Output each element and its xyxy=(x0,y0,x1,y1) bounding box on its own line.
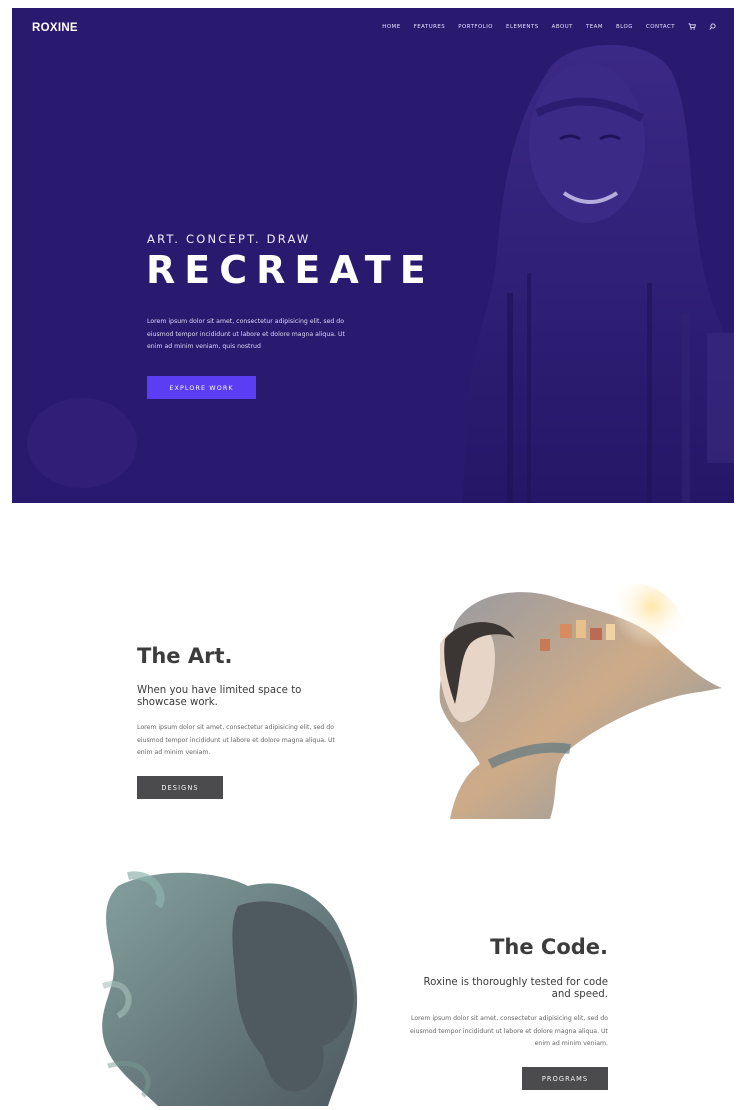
top-navigation: ROXINE HOME FEATURES PORTFOLIO ELEMENTS … xyxy=(12,8,734,48)
art-subtitle: When you have limited space to showcase … xyxy=(137,685,302,708)
hero-section: ROXINE HOME FEATURES PORTFOLIO ELEMENTS … xyxy=(12,8,734,503)
code-description: Lorem ipsum dolor sit amet, consectetur … xyxy=(410,1015,608,1047)
nav-item-about[interactable]: ABOUT xyxy=(552,24,573,30)
site-logo[interactable]: ROXINE xyxy=(32,22,78,34)
art-profile-image xyxy=(400,584,725,824)
nav-item-blog[interactable]: BLOG xyxy=(616,24,633,30)
nav-item-features[interactable]: FEATURES xyxy=(414,24,446,30)
nav-item-portfolio[interactable]: PORTFOLIO xyxy=(458,24,493,30)
designs-button[interactable]: DESIGNS xyxy=(137,776,223,799)
nav-item-team[interactable]: TEAM xyxy=(586,24,603,30)
code-subtitle: Roxine is thoroughly tested for code and… xyxy=(423,977,608,1000)
nav-menu: HOME FEATURES PORTFOLIO ELEMENTS ABOUT T… xyxy=(369,23,716,30)
hero-portrait-image xyxy=(462,44,734,503)
programs-button[interactable]: PROGRAMS xyxy=(522,1067,608,1090)
art-description: Lorem ipsum dolor sit amet, consectetur … xyxy=(137,724,335,756)
hero-description: Lorem ipsum dolor sit amet, consectetur … xyxy=(147,318,345,350)
hero-eyebrow: ART. CONCEPT. DRAW xyxy=(147,232,311,246)
search-icon[interactable] xyxy=(709,23,716,30)
explore-work-button[interactable]: EXPLORE WORK xyxy=(147,376,256,399)
nav-item-contact[interactable]: CONTACT xyxy=(646,24,675,30)
cart-icon[interactable] xyxy=(688,23,696,30)
nav-item-elements[interactable]: ELEMENTS xyxy=(506,24,539,30)
code-title: The Code. xyxy=(490,935,608,959)
nav-item-home[interactable]: HOME xyxy=(382,24,400,30)
hero-ghost-image xyxy=(27,398,137,488)
art-title: The Art. xyxy=(137,644,233,668)
code-profile-image xyxy=(101,871,358,1106)
hero-headline: RECREATE xyxy=(146,248,435,292)
